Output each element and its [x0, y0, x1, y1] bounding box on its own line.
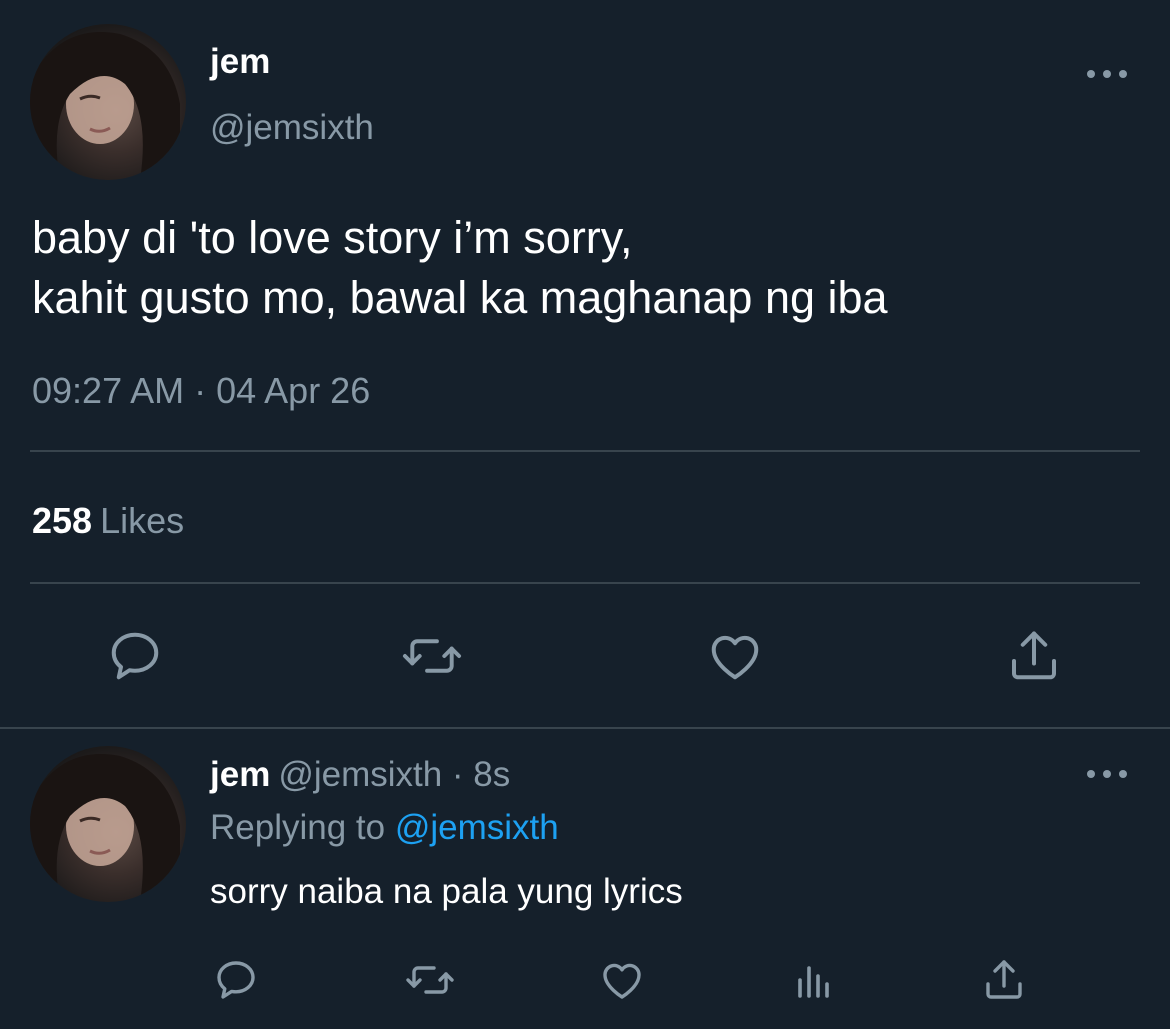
reply-text: sorry naiba na pala yung lyrics: [210, 872, 683, 911]
likes-count: 258: [32, 500, 93, 541]
tweet-timestamp[interactable]: 09:27 AM · 04 Apr 26: [32, 370, 370, 412]
reply-author-handle[interactable]: @jemsixth · 8s: [278, 755, 510, 794]
reply-author-avatar[interactable]: [30, 746, 186, 902]
replying-to-line: Replying to @jemsixth: [210, 808, 559, 848]
author-avatar[interactable]: [30, 24, 186, 180]
retweet-icon[interactable]: [404, 956, 456, 1004]
author-name[interactable]: jem: [210, 42, 270, 82]
reply-icon[interactable]: [212, 956, 260, 1004]
tweet-detail-page: jem @jemsixth baby di 'to love story i’m…: [0, 0, 1170, 1029]
replying-prefix: Replying to: [210, 808, 386, 847]
share-icon[interactable]: [980, 956, 1028, 1004]
divider: [0, 727, 1170, 729]
like-icon[interactable]: [597, 956, 647, 1004]
divider: [30, 582, 1140, 584]
retweet-icon[interactable]: [400, 626, 464, 686]
more-options-icon[interactable]: [1087, 64, 1127, 84]
like-icon[interactable]: [704, 626, 766, 686]
analytics-icon[interactable]: [790, 956, 838, 1004]
reply-more-options-icon[interactable]: [1087, 764, 1127, 784]
divider: [30, 450, 1140, 452]
author-handle[interactable]: @jemsixth: [210, 108, 374, 148]
tweet-text: baby di 'to love story i’m sorry, kahit …: [32, 212, 888, 323]
likes-label: Likes: [100, 500, 185, 541]
reply-icon[interactable]: [105, 626, 165, 686]
reply-header[interactable]: jem @jemsixth · 8s: [210, 755, 510, 795]
share-icon[interactable]: [1004, 626, 1064, 686]
reply-author-name[interactable]: jem: [210, 755, 270, 794]
replying-to-mention[interactable]: @jemsixth: [395, 808, 559, 847]
likes-summary[interactable]: 258 Likes: [32, 500, 184, 542]
